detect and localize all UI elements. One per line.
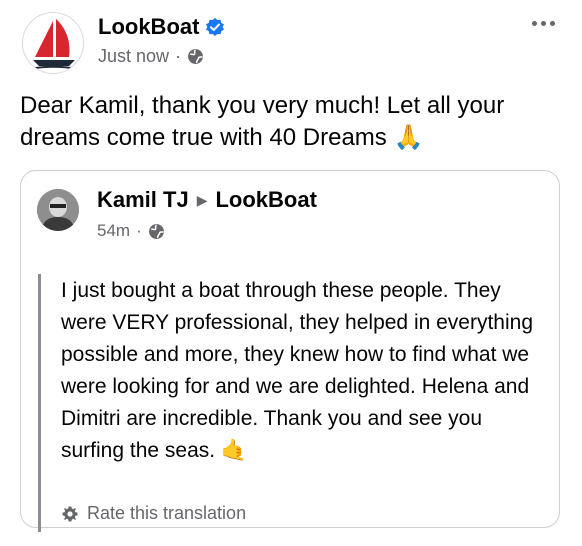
- target-page-name[interactable]: LookBoat: [215, 187, 316, 213]
- author-avatar[interactable]: [37, 189, 79, 231]
- page-name[interactable]: LookBoat: [98, 14, 225, 40]
- post-meta: Just now ·: [98, 46, 204, 67]
- more-options-icon[interactable]: [532, 16, 562, 30]
- page-avatar[interactable]: [22, 12, 84, 74]
- more-dot: [541, 20, 546, 26]
- shared-post-title: Kamil TJ ▶ LookBoat: [97, 187, 317, 213]
- verified-badge-icon: [206, 18, 225, 36]
- more-dot: [532, 20, 537, 26]
- author-name[interactable]: Kamil TJ: [97, 187, 189, 213]
- globe-icon: [148, 223, 164, 239]
- post-time[interactable]: Just now: [98, 46, 169, 67]
- shared-post-body: I just bought a boat through these peopl…: [61, 279, 534, 462]
- rate-translation-label[interactable]: Rate this translation: [87, 503, 246, 524]
- post-text: Dear Kamil, thank you very much! Let all…: [20, 92, 505, 151]
- meta-separator: ·: [175, 46, 182, 66]
- author-photo: [37, 189, 79, 231]
- quote-bar: [38, 274, 41, 532]
- rate-translation-button[interactable]: Rate this translation: [61, 503, 246, 524]
- shared-post-time[interactable]: 54m: [97, 221, 130, 241]
- post-header: LookBoat Just now ·: [22, 12, 562, 76]
- more-dot: [550, 20, 555, 26]
- sailboat-logo: [30, 19, 78, 70]
- page-name-label[interactable]: LookBoat: [98, 14, 199, 40]
- globe-icon: [188, 49, 204, 64]
- shared-post-card[interactable]: Kamil TJ ▶ LookBoat 54m · I just bought …: [20, 170, 560, 532]
- shared-post-meta: 54m ·: [97, 221, 165, 241]
- arrow-icon: ▶: [196, 191, 208, 208]
- meta-separator: ·: [136, 221, 142, 240]
- gear-icon: [62, 506, 78, 521]
